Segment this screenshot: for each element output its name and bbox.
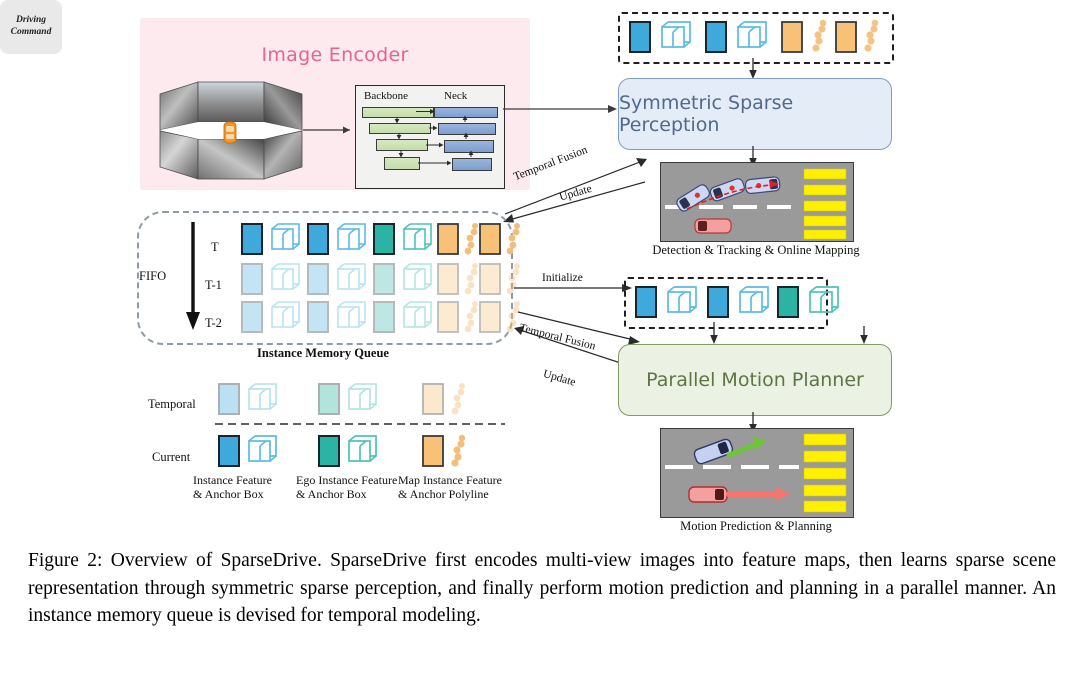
arrow-strip-to-planner [710, 322, 718, 344]
detection-tracking-scene [660, 162, 854, 242]
legend-instance-line1: Instance Feature [193, 473, 272, 487]
arrow-strip-to-perception [749, 58, 757, 79]
legend-instance-line2: & Anchor Box [193, 486, 264, 501]
queue-row-label-T1: T-1 [205, 278, 222, 292]
motion-planning-scene-caption: Motion Prediction & Planning [680, 519, 832, 533]
fifo-arrow [186, 222, 200, 330]
instance-memory-queue-title: Instance Memory Queue [257, 346, 389, 360]
arrow-encoder-to-perception [503, 105, 617, 113]
multi-view-camera-ring [159, 78, 350, 183]
queue-row-label-T2: T-2 [205, 316, 222, 330]
backbone-neck-box: Backbone Neck [355, 85, 505, 189]
symmetric-sparse-perception-module[interactable]: Symmetric Sparse Perception [618, 78, 892, 150]
legend-glyphs [215, 383, 505, 467]
planner-module-label: Parallel Motion Planner [646, 369, 864, 391]
figure-canvas: Image Encoder Backbone Neck Symmetric Sp… [0, 0, 1080, 540]
memory-queue-glyph-grid [241, 223, 520, 333]
legend-row-label-temporal: Temporal [148, 397, 196, 411]
driving-command-line1: Driving [15, 15, 47, 26]
parallel-motion-planner-module[interactable]: Parallel Motion Planner [618, 344, 892, 416]
legend-map-line2: & Anchor Polyline [398, 486, 489, 501]
queue-row-label-T: T [211, 240, 219, 254]
initialize-label: Initialize [542, 272, 583, 284]
perception-module-label: Symmetric Sparse Perception [619, 92, 794, 136]
driving-command-line2: Command [10, 27, 52, 37]
legend-caption-map: Map Instance Feature & Anchor Polyline [398, 473, 528, 502]
motion-planning-scene [660, 428, 854, 518]
figure-caption: Figure 2: Overview of SparseDrive. Spars… [28, 550, 1056, 627]
perception-instance-strip [618, 12, 894, 64]
image-encoder-title: Image Encoder [261, 44, 409, 66]
legend-map-line1: Map Instance Feature [398, 473, 502, 487]
fifo-label: FIFO [139, 269, 167, 283]
planner-instance-strip [624, 277, 839, 329]
driving-command-box[interactable]: Driving Command [0, 0, 62, 54]
detection-scene-caption: Detection & Tracking & Online Mapping [652, 243, 860, 257]
arrow-command-to-planner [860, 326, 868, 344]
legend-caption-instance: Instance Feature & Anchor Box [193, 473, 305, 502]
legend-row-label-current: Current [152, 450, 191, 464]
